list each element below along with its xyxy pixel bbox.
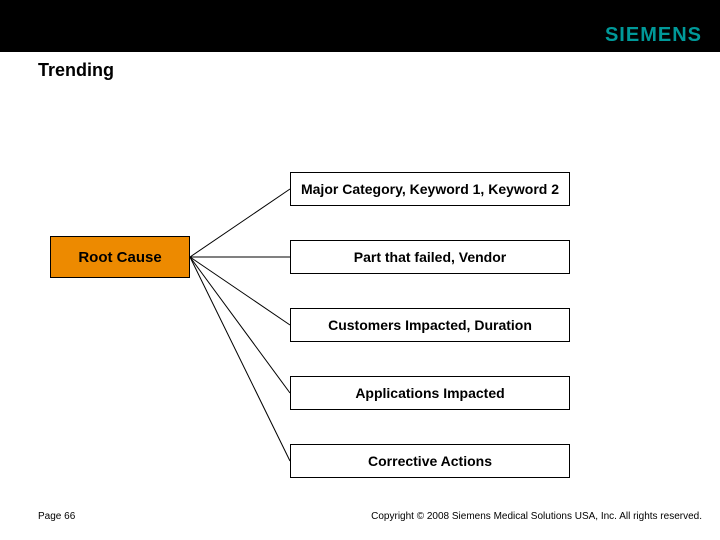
slide: SIEMENS Trending Root Cause Major Catego… — [0, 0, 720, 540]
page-number: Page 66 — [38, 511, 75, 522]
root-cause-label: Root Cause — [78, 249, 161, 266]
brand-logo: SIEMENS — [605, 24, 702, 47]
branch-box-applications-impacted: Applications Impacted — [290, 376, 570, 410]
branch-label: Part that failed, Vendor — [354, 249, 506, 265]
page-title: Trending — [38, 60, 114, 81]
copyright-text: Copyright © 2008 Siemens Medical Solutio… — [371, 511, 702, 522]
branch-label: Corrective Actions — [368, 453, 492, 469]
branch-label: Applications Impacted — [355, 385, 504, 401]
branch-box-major-category: Major Category, Keyword 1, Keyword 2 — [290, 172, 570, 206]
branch-box-part-failed: Part that failed, Vendor — [290, 240, 570, 274]
branch-label: Customers Impacted, Duration — [328, 317, 532, 333]
root-cause-box: Root Cause — [50, 236, 190, 278]
branch-box-customers-impacted: Customers Impacted, Duration — [290, 308, 570, 342]
branch-label: Major Category, Keyword 1, Keyword 2 — [301, 181, 559, 197]
branch-box-corrective-actions: Corrective Actions — [290, 444, 570, 478]
